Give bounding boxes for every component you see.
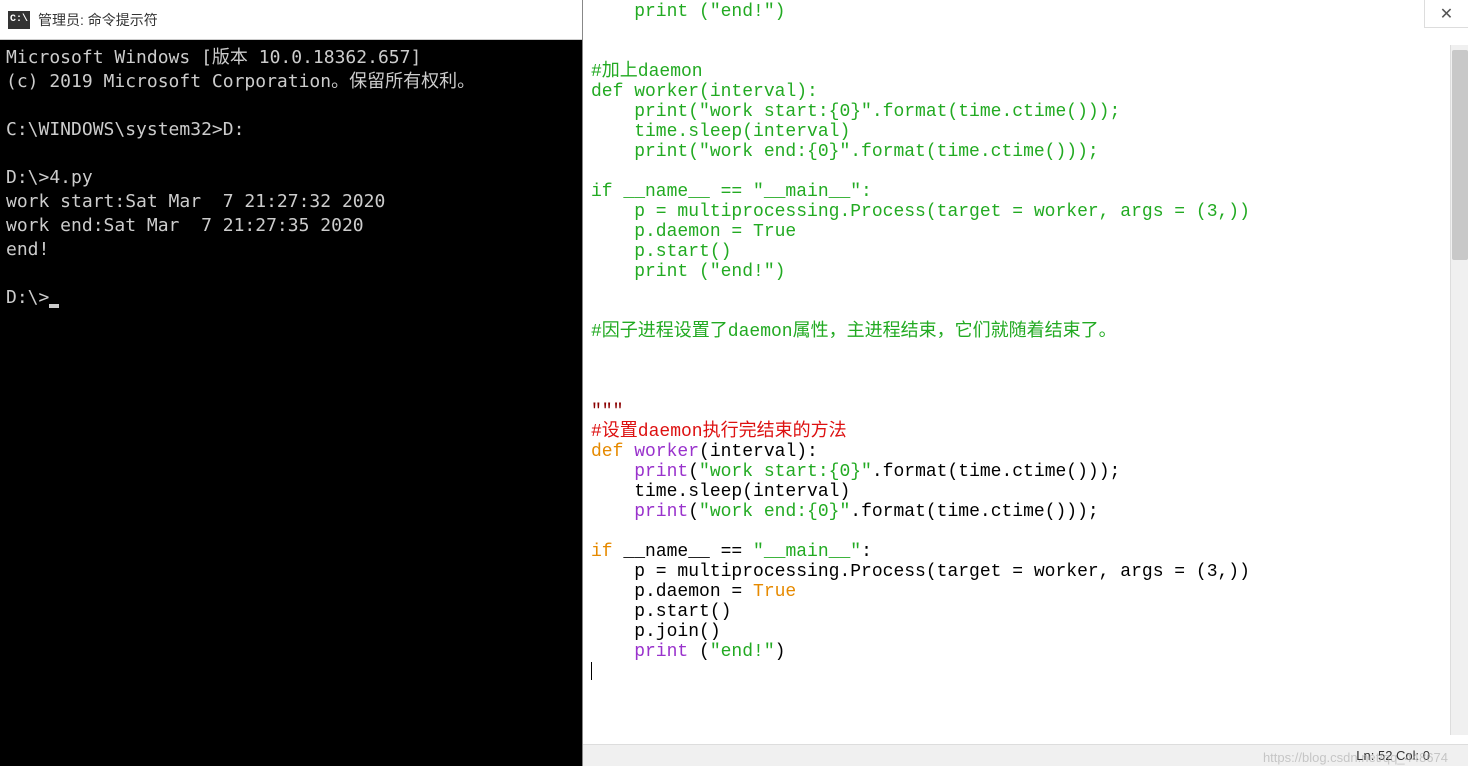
code-line: p.daemon = True [591,582,796,602]
code-line: p = multiprocessing.Process(target = wor… [591,202,1250,222]
code-editor[interactable]: print ("end!") #加上daemon def worker(inte… [583,0,1468,744]
terminal-prompt: D:\> [6,287,49,308]
code-line: def worker(interval): [591,442,818,462]
terminal-cursor [49,304,59,308]
terminal-line: work end:Sat Mar 7 21:27:35 2020 [6,215,364,236]
terminal-line: Microsoft Windows [版本 10.0.18362.657] [6,47,421,68]
code-line: if __name__ == "__main__": [591,182,872,202]
watermark: https://blog.csdn.net/qq_448674 [1263,750,1448,765]
close-button[interactable]: ✕ [1424,0,1468,28]
terminal-title-bar[interactable]: C:\ 管理员: 命令提示符 [0,0,582,40]
code-line: def worker(interval): [591,82,818,102]
code-line: p.daemon = True [591,222,796,242]
code-line: p.join() [591,622,721,642]
terminal-line: end! [6,239,49,260]
terminal-line: (c) 2019 Microsoft Corporation。保留所有权利。 [6,71,475,92]
terminal-line: C:\WINDOWS\system32>D: [6,119,244,140]
editor-cursor [591,662,592,680]
terminal-output[interactable]: Microsoft Windows [版本 10.0.18362.657] (c… [0,40,582,766]
terminal-line: D:\>4.py [6,167,93,188]
code-line: p.start() [591,242,731,262]
code-comment: #设置daemon执行完结束的方法 [591,422,847,442]
code-line: print ("end!") [591,642,785,662]
code-line: print("work start:{0}".format(time.ctime… [591,102,1120,122]
code-docstring: """ [591,402,623,422]
code-line: print("work end:{0}".format(time.ctime()… [591,142,1099,162]
code-line: if __name__ == "__main__": [591,542,872,562]
terminal-title: 管理员: 命令提示符 [38,10,158,30]
code-line: print("work start:{0}".format(time.ctime… [591,462,1120,482]
code-line: print ("end!") [591,2,785,22]
code-comment: #因子进程设置了daemon属性，主进程结束，它们就随着结束了。 [591,322,1117,342]
terminal-panel: C:\ 管理员: 命令提示符 Microsoft Windows [版本 10.… [0,0,583,766]
code-line: print ("end!") [591,262,785,282]
scrollbar-thumb[interactable] [1452,50,1468,260]
editor-panel: ✕ print ("end!") #加上daemon def worker(in… [583,0,1468,766]
code-comment: #加上daemon [591,62,703,82]
cmd-icon: C:\ [8,11,30,29]
code-line: time.sleep(interval) [591,482,850,502]
scrollbar[interactable] [1450,45,1468,735]
code-line: p.start() [591,602,731,622]
code-line: print("work end:{0}".format(time.ctime()… [591,502,1099,522]
code-line: time.sleep(interval) [591,122,850,142]
terminal-line: work start:Sat Mar 7 21:27:32 2020 [6,191,385,212]
code-line: p = multiprocessing.Process(target = wor… [591,562,1250,582]
